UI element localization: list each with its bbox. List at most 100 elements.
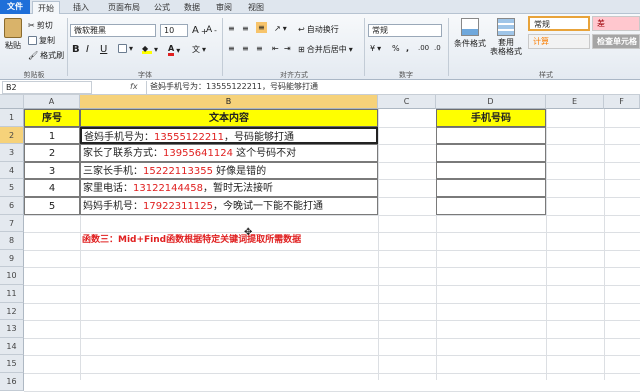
tab-review[interactable]: 审阅: [212, 1, 236, 14]
column-header-b[interactable]: B: [80, 95, 378, 109]
align-bottom-icon: ≡: [258, 23, 265, 32]
style-check-cell[interactable]: 检查单元格: [592, 34, 640, 49]
decrease-decimal-button[interactable]: .0: [434, 44, 441, 52]
comma-button[interactable]: ,: [406, 44, 409, 53]
row-header[interactable]: 4: [0, 161, 24, 180]
tab-page-layout[interactable]: 页面布局: [102, 1, 146, 14]
styles-group-label: 样式: [539, 71, 553, 79]
copy-button[interactable]: 复制: [28, 35, 55, 46]
bold-button[interactable]: B: [72, 44, 80, 55]
style-bad[interactable]: 差: [592, 16, 640, 31]
number-format-select[interactable]: 常规: [368, 24, 442, 37]
tab-view[interactable]: 视图: [244, 1, 268, 14]
seq-cell[interactable]: 2: [24, 144, 80, 162]
style-normal[interactable]: 常规: [528, 16, 590, 31]
row-header[interactable]: 16: [0, 373, 24, 391]
wrap-icon: ↩: [298, 25, 305, 34]
underline-button[interactable]: U: [100, 44, 107, 55]
align-left-button[interactable]: ≡: [228, 44, 235, 53]
note-text[interactable]: 函数三：Mid+Find函数根据特定关键词提取所需数据: [82, 232, 301, 250]
text-cell[interactable]: 爸妈手机号为：13555122211，号码能够打通: [80, 126, 378, 145]
font-size-select[interactable]: 10: [160, 24, 188, 37]
seq-cell[interactable]: 1: [24, 126, 80, 145]
grid-hline: [24, 267, 640, 269]
phone-cell[interactable]: [436, 179, 546, 197]
column-header-c[interactable]: C: [378, 95, 436, 109]
insert-function-button[interactable]: fx: [130, 82, 138, 91]
row-header[interactable]: 1: [0, 109, 24, 127]
formula-input[interactable]: 爸妈手机号为：13555122211，号码能够打通: [146, 81, 640, 94]
header-seq[interactable]: 序号: [24, 109, 80, 127]
group-divider: [364, 18, 365, 76]
seq-cell[interactable]: 4: [24, 179, 80, 197]
row-header[interactable]: 14: [0, 337, 24, 356]
seq-cell[interactable]: 5: [24, 197, 80, 215]
row-header[interactable]: 6: [0, 197, 24, 215]
text-cell[interactable]: 妈妈手机号：17922311125，今晚试一下能不能打通: [80, 197, 378, 215]
row-header[interactable]: 5: [0, 179, 24, 197]
column-header-d[interactable]: D: [436, 95, 546, 109]
row-header[interactable]: 9: [0, 249, 24, 268]
row-header[interactable]: 12: [0, 302, 24, 321]
column-header-a[interactable]: A: [24, 95, 80, 109]
paste-button[interactable]: 粘贴: [4, 18, 22, 51]
text-num: 17922311125: [143, 201, 213, 212]
align-right-button[interactable]: ≡: [256, 44, 263, 53]
increase-indent-button[interactable]: ⇥: [284, 44, 291, 53]
tab-data[interactable]: 数据: [180, 1, 204, 14]
italic-button[interactable]: I: [86, 44, 89, 55]
row-header[interactable]: 13: [0, 320, 24, 338]
row-header[interactable]: 2: [0, 126, 24, 145]
seq-cell[interactable]: 3: [24, 161, 80, 180]
align-bottom-button[interactable]: ≡: [256, 22, 267, 33]
cut-button[interactable]: ✂ 剪切: [28, 20, 53, 31]
accounting-button[interactable]: ¥ ▾: [370, 44, 381, 53]
tab-formulas[interactable]: 公式: [150, 1, 174, 14]
wrap-text-button[interactable]: ↩ 自动换行: [298, 24, 339, 35]
align-center-button[interactable]: ≡: [242, 44, 249, 53]
phone-cell[interactable]: [436, 197, 546, 215]
borders-button[interactable]: ▾: [118, 44, 133, 53]
row-header[interactable]: 11: [0, 285, 24, 303]
increase-decimal-button[interactable]: .00: [418, 44, 429, 52]
format-painter-button[interactable]: 🖌 格式刷: [28, 50, 64, 61]
phone-cell[interactable]: [436, 144, 546, 162]
align-right-icon: ≡: [256, 44, 263, 53]
column-header-f[interactable]: F: [604, 95, 640, 109]
spreadsheet-grid: A B C D E F 1 2 3 4 5 6 7 8 9 10 11 12 13 14 15 16 序号 文…: [0, 95, 640, 392]
conditional-format-button[interactable]: 条件格式: [454, 18, 486, 49]
decrease-indent-button[interactable]: ⇤: [272, 44, 279, 53]
phone-cell[interactable]: [436, 126, 546, 145]
text-cell[interactable]: 三家长手机：15222113355 好像是错的: [80, 161, 378, 180]
style-calculation[interactable]: 计算: [528, 34, 590, 49]
name-box[interactable]: B2: [2, 81, 92, 94]
row-header[interactable]: 10: [0, 267, 24, 285]
header-phone-number[interactable]: 手机号码: [436, 109, 546, 127]
percent-button[interactable]: %: [392, 44, 400, 53]
phone-cell[interactable]: [436, 161, 546, 180]
row-header[interactable]: 7: [0, 214, 24, 233]
phonetic-button[interactable]: 文 ▾: [192, 44, 206, 55]
column-header-e[interactable]: E: [546, 95, 604, 109]
grid-hline: [24, 302, 640, 304]
merge-center-button[interactable]: ⊞ 合并后居中 ▾: [298, 44, 353, 55]
orientation-button[interactable]: ↗ ▾: [274, 24, 287, 33]
text-cell[interactable]: 家长了联系方式：13955641124 这个号码不对: [80, 144, 378, 162]
align-middle-button[interactable]: ≡: [242, 24, 249, 33]
font-color-button[interactable]: A ▾: [168, 44, 180, 56]
tab-home[interactable]: 开始: [32, 1, 60, 14]
font-name-select[interactable]: 微软雅黑: [70, 24, 156, 37]
tab-file[interactable]: 文件: [0, 0, 30, 14]
shrink-font-button[interactable]: A-: [206, 25, 217, 35]
format-as-table-button[interactable]: 套用 表格格式: [490, 18, 522, 56]
select-all-corner[interactable]: [0, 95, 24, 109]
row-header[interactable]: 15: [0, 355, 24, 373]
fill-color-button[interactable]: ◆ ▾: [142, 44, 158, 54]
row-header[interactable]: 3: [0, 144, 24, 162]
alignment-group-label: 对齐方式: [280, 71, 308, 79]
row-header[interactable]: 8: [0, 232, 24, 250]
header-text-content[interactable]: 文本内容: [80, 109, 378, 127]
align-top-button[interactable]: ≡: [228, 24, 235, 33]
tab-insert[interactable]: 插入: [66, 1, 96, 14]
text-cell[interactable]: 家里电话：13122144458，暂时无法接听: [80, 179, 378, 197]
